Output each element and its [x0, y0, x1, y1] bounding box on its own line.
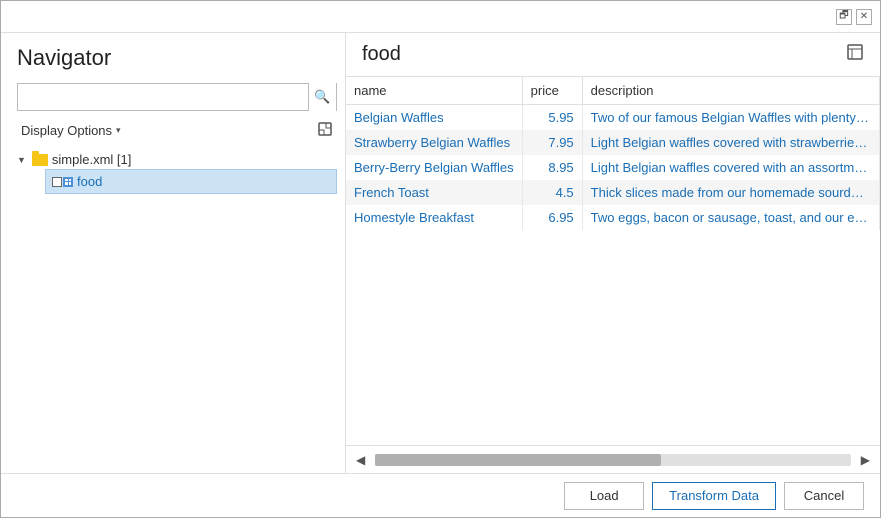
left-panel: Navigator 🔍 Display Options ▾	[1, 33, 346, 473]
table-header-row: name price description	[346, 77, 880, 105]
scroll-right-button[interactable]: ▶	[855, 449, 876, 471]
content-area: Navigator 🔍 Display Options ▾	[1, 33, 880, 473]
table-icon	[52, 177, 73, 187]
bottom-bar: Load Transform Data Cancel	[1, 473, 880, 517]
table-icon-square	[52, 177, 62, 187]
table-row[interactable]: Berry-Berry Belgian Waffles8.95Light Bel…	[346, 155, 880, 180]
cell-name: Homestyle Breakfast	[346, 205, 522, 230]
scrollbar-area: ◀ ▶	[346, 445, 880, 473]
table-row[interactable]: Strawberry Belgian Waffles7.95Light Belg…	[346, 130, 880, 155]
tree-root-item[interactable]: ▼ simple.xml [1]	[17, 150, 337, 169]
grid-cell	[69, 179, 72, 182]
cell-price: 4.5	[522, 180, 582, 205]
col-header-description: description	[582, 77, 879, 105]
cell-description: Thick slices made from our homemade sour…	[582, 180, 879, 205]
cell-price: 7.95	[522, 130, 582, 155]
col-header-price: price	[522, 77, 582, 105]
cell-name: Berry-Berry Belgian Waffles	[346, 155, 522, 180]
tree-area: ▼ simple.xml [1] food	[17, 150, 337, 465]
chevron-down-icon: ▾	[116, 125, 121, 136]
cell-description: Light Belgian waffles covered with an as…	[582, 155, 879, 180]
load-button[interactable]: Load	[564, 482, 644, 510]
cell-name: French Toast	[346, 180, 522, 205]
scroll-thumb	[375, 454, 660, 466]
cell-description: Two eggs, bacon or sausage, toast, and o…	[582, 205, 879, 230]
table-icon-grid	[63, 177, 73, 187]
expand-icon	[317, 121, 333, 137]
table-row[interactable]: Belgian Waffles5.95Two of our famous Bel…	[346, 105, 880, 131]
cancel-button[interactable]: Cancel	[784, 482, 864, 510]
navigator-window: 🗗 ✕ Navigator 🔍 Display Options ▾	[0, 0, 881, 518]
tree-child-label: food	[77, 174, 102, 189]
cell-price: 8.95	[522, 155, 582, 180]
scroll-track[interactable]	[375, 454, 851, 466]
grid-cell	[69, 182, 72, 185]
preview-icon	[846, 43, 864, 61]
right-panel: food name price description	[346, 33, 880, 473]
display-options-label: Display Options	[21, 123, 112, 138]
cell-description: Light Belgian waffles covered with straw…	[582, 130, 879, 155]
app-title: Navigator	[17, 45, 337, 71]
grid-cell	[65, 179, 68, 182]
expand-button[interactable]	[313, 119, 337, 142]
search-button[interactable]: 🔍	[308, 83, 336, 111]
tree-child-food[interactable]: food	[45, 169, 337, 194]
display-options-row: Display Options ▾	[17, 119, 337, 142]
table-row[interactable]: Homestyle Breakfast6.95Two eggs, bacon o…	[346, 205, 880, 230]
close-button[interactable]: ✕	[856, 9, 872, 25]
cell-name: Strawberry Belgian Waffles	[346, 130, 522, 155]
table-row[interactable]: French Toast4.5Thick slices made from ou…	[346, 180, 880, 205]
cell-description: Two of our famous Belgian Waffles with p…	[582, 105, 879, 131]
search-input[interactable]	[18, 84, 308, 110]
data-table-container: name price description Belgian Waffles5.…	[346, 76, 880, 445]
title-bar: 🗗 ✕	[1, 1, 880, 33]
right-panel-title: food	[362, 43, 401, 66]
cell-name: Belgian Waffles	[346, 105, 522, 131]
restore-button[interactable]: 🗗	[836, 9, 852, 25]
folder-icon	[32, 154, 48, 166]
right-header: food	[346, 41, 880, 76]
cell-price: 5.95	[522, 105, 582, 131]
tree-root-label: simple.xml [1]	[52, 152, 131, 167]
transform-data-button[interactable]: Transform Data	[652, 482, 776, 510]
cell-price: 6.95	[522, 205, 582, 230]
col-header-name: name	[346, 77, 522, 105]
data-table: name price description Belgian Waffles5.…	[346, 77, 880, 230]
preview-button[interactable]	[842, 41, 868, 68]
search-bar: 🔍	[17, 83, 337, 111]
grid-cell	[65, 182, 68, 185]
scroll-left-button[interactable]: ◀	[350, 449, 371, 471]
display-options-button[interactable]: Display Options ▾	[17, 121, 125, 140]
tree-arrow-icon: ▼	[17, 155, 26, 165]
